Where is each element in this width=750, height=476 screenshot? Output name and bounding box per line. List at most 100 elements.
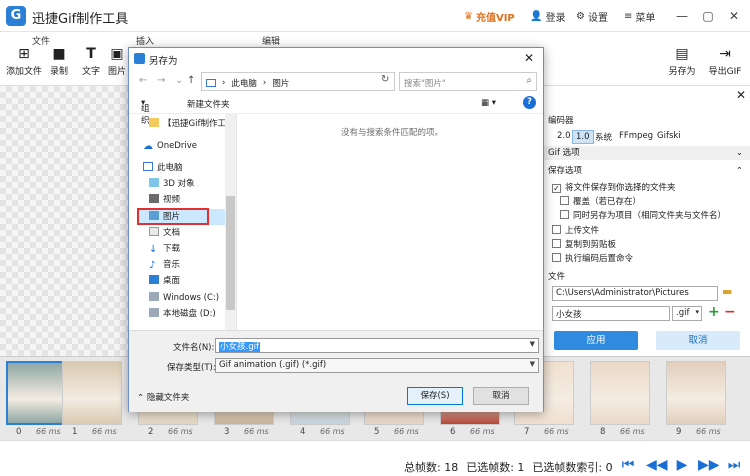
app-icon xyxy=(134,53,145,64)
video-icon xyxy=(149,194,159,203)
extension-select[interactable]: .gif ▾ xyxy=(672,306,702,321)
option-save-to-folder[interactable]: ✓ 将文件保存到你选择的文件夹 xyxy=(552,181,676,193)
frame-duration: 66 ms xyxy=(244,427,269,436)
frame-duration: 66 ms xyxy=(92,427,117,436)
remove-icon[interactable]: − xyxy=(724,304,736,320)
search-placeholder: 搜索"图片" xyxy=(404,79,446,89)
encoder-1-0[interactable]: 1.0 xyxy=(572,130,594,144)
option-overwrite[interactable]: 覆盖（若已存在） xyxy=(560,195,641,207)
prev-frame-icon[interactable]: ◀◀ xyxy=(646,457,668,473)
gif-options-section[interactable]: Gif 选项 ⌄ xyxy=(542,146,750,160)
text-button[interactable]: T 文字 xyxy=(80,46,102,77)
add-file-button[interactable]: ⊞ 添加文件 xyxy=(4,46,44,77)
frame-thumbnail[interactable] xyxy=(6,361,66,425)
first-frame-icon[interactable]: ⏮ xyxy=(620,457,636,473)
documents-icon xyxy=(149,227,159,236)
dialog-save-button[interactable]: 保存(S) xyxy=(407,387,463,405)
vip-button[interactable]: ♛ 充值VIP xyxy=(464,9,515,24)
frame-number: 1 xyxy=(72,427,78,437)
minimize-icon[interactable]: — xyxy=(672,6,692,26)
folder-input[interactable]: C:\Users\Administrator\Pictures xyxy=(552,286,718,301)
export-gif-button[interactable]: ⇥ 导出GIF xyxy=(706,46,744,77)
option-save-project[interactable]: 同时另存为项目（相同文件夹与文件名） xyxy=(560,209,726,221)
close-icon[interactable]: ✕ xyxy=(724,6,744,26)
encoder-ffmpeg[interactable]: FFmpeg xyxy=(616,130,656,142)
option-clipboard[interactable]: 复制到剪贴板 xyxy=(552,238,616,250)
last-frame-icon[interactable]: ⏭ xyxy=(726,457,742,473)
tab-edit[interactable]: 编辑 xyxy=(262,34,280,47)
record-button[interactable]: ■ 录制 xyxy=(48,46,70,77)
up-icon[interactable]: ↑ xyxy=(187,75,195,86)
next-frame-icon[interactable]: ▶▶ xyxy=(698,457,720,473)
address-bar[interactable]: › 此电脑 › 图片 xyxy=(201,72,395,91)
image-icon: ▣ xyxy=(110,46,124,62)
play-icon[interactable]: ▶ xyxy=(674,457,690,473)
encoder-system[interactable]: 系统 xyxy=(592,130,615,144)
frame-number: 4 xyxy=(300,427,306,437)
save-options-section[interactable]: 保存选项 ⌃ xyxy=(542,164,750,178)
hide-folders-toggle[interactable]: ⌃ 隐藏文件夹 xyxy=(137,391,189,403)
recent-icon[interactable]: ⌄ xyxy=(175,75,183,86)
maximize-icon[interactable]: ▢ xyxy=(698,6,718,26)
nav-label: 【迅捷Gif制作工 xyxy=(163,119,226,129)
total-frames: 总帧数: 18 xyxy=(404,461,459,474)
frame-thumbnail[interactable] xyxy=(666,361,726,425)
help-icon[interactable]: ? xyxy=(523,96,536,109)
frame-duration: 66 ms xyxy=(620,427,645,436)
save-as-button[interactable]: ▤ 另存为 xyxy=(666,46,698,77)
option-label: 覆盖（若已存在） xyxy=(573,197,642,207)
dialog-cancel-button[interactable]: 取消 xyxy=(473,387,529,405)
frame-number: 2 xyxy=(148,427,154,437)
option-upload[interactable]: 上传文件 xyxy=(552,224,599,236)
filename-input[interactable]: 小女孩 xyxy=(552,306,670,321)
extension-value: .gif xyxy=(676,308,690,318)
scrollbar-thumb[interactable] xyxy=(226,196,235,310)
frame-image xyxy=(8,363,64,423)
tab-insert[interactable]: 插入 xyxy=(136,34,154,47)
image-button[interactable]: ▣ 图片 xyxy=(106,46,128,77)
nav-label: Windows (C:) xyxy=(163,293,220,303)
breadcrumb-pc[interactable]: 此电脑 xyxy=(231,77,257,89)
type-label: 保存类型(T): xyxy=(167,363,216,373)
forward-icon[interactable]: → xyxy=(157,75,165,86)
type-select[interactable]: Gif animation (.gif) (*.gif) ▼ xyxy=(215,358,539,373)
dialog-close-icon[interactable]: ✕ xyxy=(521,51,537,65)
panel-close-icon[interactable]: ✕ xyxy=(736,88,746,102)
command-bar: 组织 ▾ 新建文件夹 ▦ ▾ ? xyxy=(129,94,543,126)
menu-button[interactable]: ≡ 菜单 xyxy=(624,9,655,24)
pc-icon xyxy=(206,79,216,87)
app-title: 迅捷Gif制作工具 xyxy=(32,12,129,27)
save-as-dialog: 另存为 ✕ ← → ⌄ ↑ › 此电脑 › 图片 ↻ 搜索"图片" ⌕ 组织 ▾ … xyxy=(128,47,544,412)
text-icon: T xyxy=(86,46,96,62)
folder-icon[interactable]: ▬ xyxy=(722,285,732,298)
settings-button[interactable]: ⚙ 设置 xyxy=(576,9,608,24)
option-post-command[interactable]: 执行编码后置命令 xyxy=(552,252,633,264)
back-icon[interactable]: ← xyxy=(139,75,147,86)
frame-duration: 66 ms xyxy=(470,427,495,436)
encoder-gifski[interactable]: Gifski xyxy=(654,130,684,142)
frame-number: 0 xyxy=(16,427,22,437)
refresh-icon[interactable]: ↻ xyxy=(381,74,389,85)
frame-thumbnail[interactable] xyxy=(62,361,122,425)
frame-number: 6 xyxy=(450,427,456,437)
address-row: ← → ⌄ ↑ › 此电脑 › 图片 ↻ 搜索"图片" ⌕ xyxy=(129,70,543,94)
text-label: 文字 xyxy=(81,67,100,77)
search-input[interactable]: 搜索"图片" ⌕ xyxy=(399,72,537,91)
3d-objects-icon xyxy=(149,178,159,187)
breadcrumb-pictures[interactable]: 图片 xyxy=(272,77,289,89)
view-icon[interactable]: ▦ ▾ xyxy=(481,98,496,108)
dialog-filename-input[interactable]: 小女孩.gif ▼ xyxy=(215,338,539,353)
encoder-2-0[interactable]: 2.0 xyxy=(554,130,574,142)
panel-cancel-button[interactable]: 取消 xyxy=(656,331,740,350)
frame-number: 9 xyxy=(676,427,682,437)
nav-scrollbar[interactable] xyxy=(225,114,236,330)
hamburger-icon: ≡ xyxy=(624,11,633,22)
apply-button[interactable]: 应用 xyxy=(554,331,638,350)
add-icon[interactable]: + xyxy=(708,304,720,320)
new-folder-button[interactable]: 新建文件夹 xyxy=(187,98,230,110)
login-button[interactable]: 👤 登录 xyxy=(530,9,565,24)
frame-number: 7 xyxy=(524,427,530,437)
frame-thumbnail[interactable] xyxy=(590,361,650,425)
save-as-label: 另存为 xyxy=(668,67,696,77)
organize-button[interactable]: 组织 ▾ xyxy=(141,98,150,126)
